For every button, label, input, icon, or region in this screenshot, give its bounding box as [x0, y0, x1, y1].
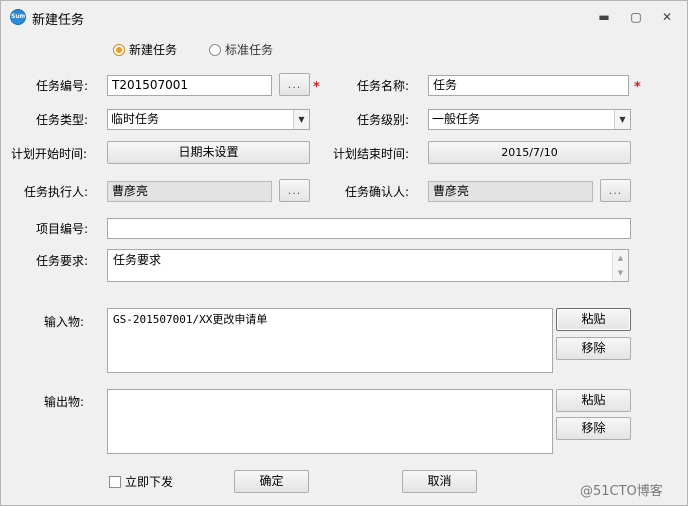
radio-standard-task[interactable]: 标准任务: [209, 41, 273, 58]
issue-now-label: 立即下发: [125, 475, 174, 489]
radio-standard-task-label: 标准任务: [225, 43, 274, 57]
task-no-field[interactable]: T201507001: [107, 75, 272, 96]
radio-unselected-icon: [209, 43, 221, 56]
confirmer-label: 任务确认人:: [345, 185, 410, 199]
scroll-down-icon[interactable]: ▼: [613, 266, 628, 280]
task-type-label: 任务类型:: [36, 113, 89, 127]
plan-start-date-picker[interactable]: 日期未设置: [107, 141, 310, 164]
task-name-required-mark: *: [634, 80, 641, 95]
task-level-label: 任务级别:: [357, 113, 410, 127]
executor-browse-button[interactable]: ...: [279, 179, 310, 202]
ok-button[interactable]: 确定: [234, 470, 309, 493]
requirement-label: 任务要求:: [36, 254, 89, 268]
outputs-list[interactable]: [107, 389, 553, 454]
scroll-up-icon[interactable]: ▲: [613, 251, 628, 265]
issue-now-checkbox[interactable]: 立即下发: [109, 473, 173, 490]
radio-new-task[interactable]: 新建任务: [113, 41, 177, 58]
task-level-value: 一般任务: [432, 112, 481, 126]
project-no-field[interactable]: [107, 218, 631, 239]
watermark: @51CTO博客: [580, 484, 663, 499]
radio-new-task-label: 新建任务: [129, 43, 178, 57]
confirmer-browse-button[interactable]: ...: [600, 179, 631, 202]
plan-end-label: 计划结束时间:: [333, 147, 410, 161]
radio-selected-icon: [113, 43, 125, 56]
task-no-browse-button[interactable]: ...: [279, 73, 310, 96]
window-title: 新建任务: [32, 13, 85, 28]
task-type-value: 临时任务: [111, 112, 160, 126]
checkbox-box-icon: [109, 475, 121, 488]
plan-start-label: 计划开始时间:: [11, 147, 88, 161]
maximize-icon[interactable]: ▢: [626, 9, 646, 25]
task-no-label: 任务编号:: [36, 79, 89, 93]
task-name-field[interactable]: 任务: [428, 75, 629, 96]
requirement-scrollbar[interactable]: ▲ ▼: [612, 250, 628, 281]
plan-end-date-picker[interactable]: 2015/7/10: [428, 141, 631, 164]
inputs-paste-button[interactable]: 粘贴: [556, 308, 631, 331]
outputs-paste-button[interactable]: 粘贴: [556, 389, 631, 412]
inputs-item[interactable]: GS-201507001/XX更改申请单: [113, 313, 267, 326]
task-level-dropdown[interactable]: 一般任务 ▼: [428, 109, 631, 130]
task-no-required-mark: *: [313, 80, 320, 95]
outputs-remove-button[interactable]: 移除: [556, 417, 631, 440]
title-bar[interactable]: Sum 新建任务 ▬ ▢ ✕: [1, 1, 687, 33]
project-no-label: 项目编号:: [36, 222, 89, 236]
requirement-text: 任务要求: [113, 253, 162, 267]
task-name-label: 任务名称:: [357, 79, 410, 93]
executor-label: 任务执行人:: [24, 185, 89, 199]
confirmer-field[interactable]: 曹彦亮: [428, 181, 593, 202]
app-logo-icon: Sum: [10, 9, 26, 25]
inputs-list[interactable]: GS-201507001/XX更改申请单: [107, 308, 553, 373]
requirement-textarea[interactable]: 任务要求 ▲ ▼: [107, 249, 629, 282]
inputs-label: 输入物:: [44, 315, 85, 329]
minimize-icon[interactable]: ▬: [594, 9, 614, 25]
task-type-dropdown[interactable]: 临时任务 ▼: [107, 109, 310, 130]
executor-field[interactable]: 曹彦亮: [107, 181, 272, 202]
chevron-down-icon[interactable]: ▼: [614, 110, 630, 129]
close-icon[interactable]: ✕: [657, 9, 677, 25]
cancel-button[interactable]: 取消: [402, 470, 477, 493]
inputs-remove-button[interactable]: 移除: [556, 337, 631, 360]
outputs-label: 输出物:: [44, 395, 85, 409]
chevron-down-icon[interactable]: ▼: [293, 110, 309, 129]
